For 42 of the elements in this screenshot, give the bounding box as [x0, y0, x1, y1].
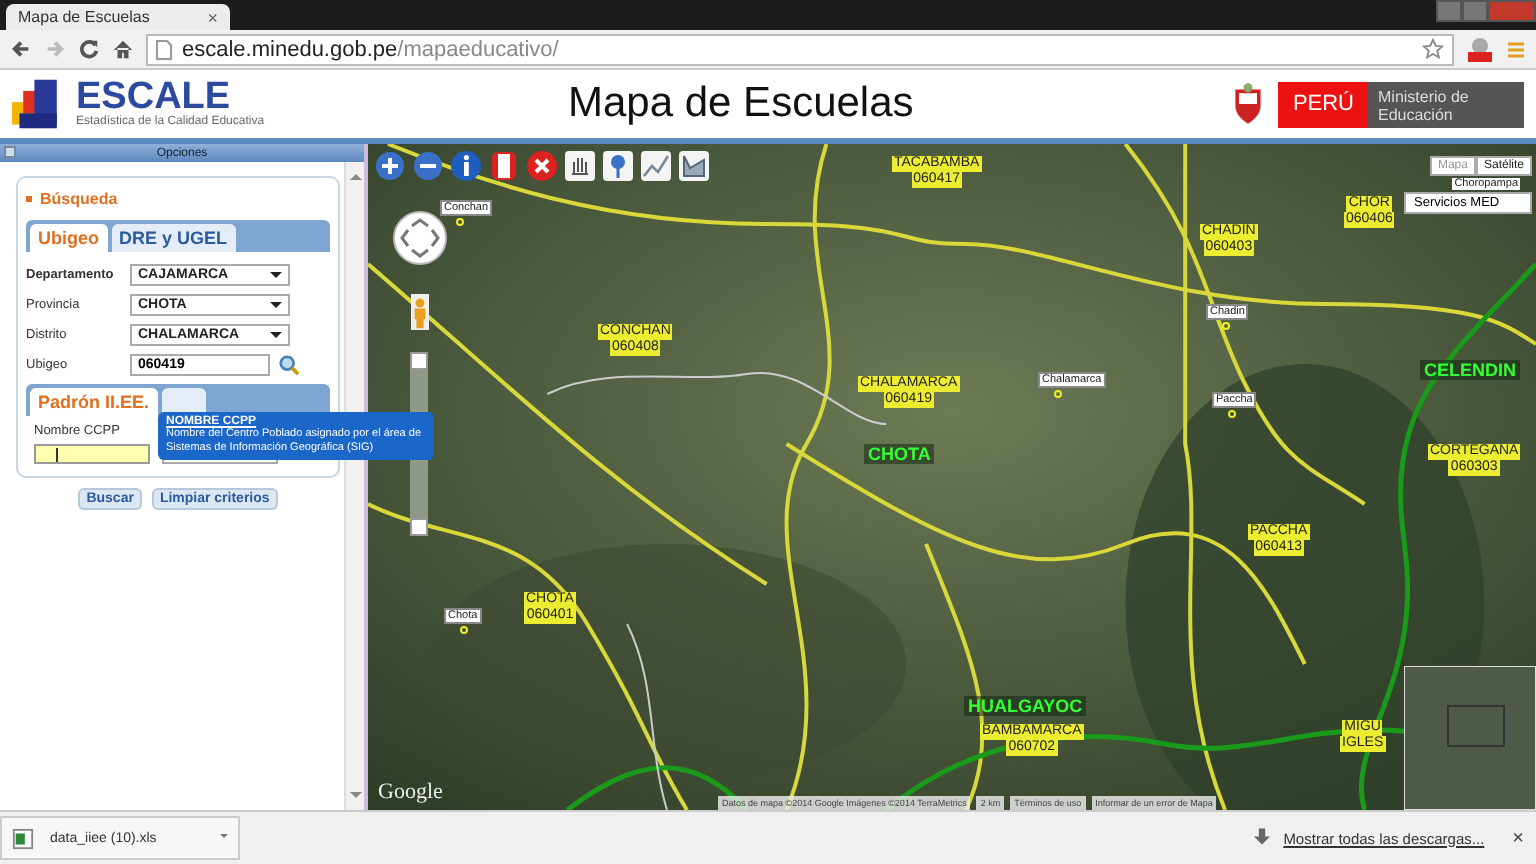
ministry-badge: Ministerio de Educación [1368, 81, 1524, 127]
info-icon[interactable] [450, 150, 482, 182]
zoom-in-icon[interactable] [374, 150, 406, 182]
place-marker-icon[interactable] [1222, 322, 1230, 330]
star-icon[interactable] [1422, 38, 1444, 60]
home-icon[interactable] [112, 38, 134, 60]
tab-close-button[interactable]: × [207, 7, 218, 27]
pan-control-icon[interactable] [392, 210, 448, 266]
province-label: CELENDIN [1420, 360, 1521, 380]
logo-text: ESCALE [76, 80, 231, 116]
zoom-out-icon[interactable] [412, 150, 444, 182]
close-button[interactable]: × [1512, 827, 1524, 849]
reload-icon[interactable] [78, 38, 100, 60]
coat-of-arms-icon [1230, 82, 1267, 126]
place-marker-icon[interactable] [1228, 410, 1236, 418]
page-title: Mapa de Escuelas [568, 80, 914, 128]
pin-icon[interactable] [602, 150, 634, 182]
page-icon [156, 39, 172, 59]
bullet-icon [26, 196, 32, 202]
place-marker-icon[interactable] [1054, 390, 1062, 398]
province-label: CHOTA [864, 444, 935, 464]
pegman-icon[interactable] [410, 294, 430, 330]
polygon-icon[interactable] [678, 150, 710, 182]
province-label: HUALGAYOC [964, 696, 1087, 716]
close-icon[interactable] [526, 150, 558, 182]
place-marker-icon[interactable] [456, 218, 464, 226]
map-logo: Google [378, 780, 443, 804]
extension-icon[interactable] [1466, 35, 1494, 63]
place-marker-icon[interactable] [460, 626, 468, 634]
collapse-icon[interactable] [4, 146, 16, 158]
overview-map-drawing[interactable] [1404, 666, 1536, 810]
zoom-slider[interactable] [410, 352, 428, 536]
name-input-field[interactable] [34, 444, 150, 464]
country-badge: PERÚ [1278, 81, 1368, 127]
search-icon[interactable] [278, 354, 300, 376]
download-icon [1253, 828, 1270, 848]
spreadsheet-file-icon [12, 827, 34, 849]
address-field[interactable]: escale.minedu.gob.pe/mapaeducativo/ [146, 33, 1454, 65]
back-icon[interactable] [10, 38, 32, 60]
browser-tab[interactable]: Mapa de Escuelas × [6, 4, 230, 30]
line-icon[interactable] [640, 150, 672, 182]
tab[interactable]: DRE y UGEL [111, 224, 236, 252]
